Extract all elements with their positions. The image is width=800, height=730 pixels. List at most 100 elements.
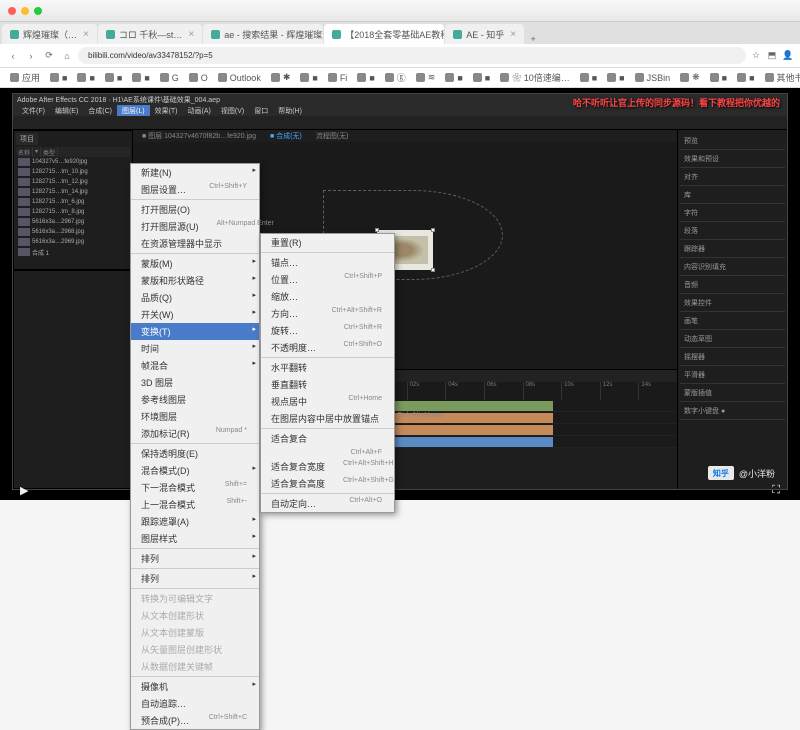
menu-item[interactable]: 缩放… [261,288,394,305]
menu-item[interactable]: 重置(R) [261,234,394,251]
panel-header[interactable]: 效果控件 [680,294,785,312]
menu-item[interactable]: 环境图层 [131,408,259,425]
menu-item[interactable]: 效果(T) [150,105,183,116]
panel-header[interactable]: 效果和预设 [680,150,785,168]
panel-header[interactable]: 字符 [680,204,785,222]
project-tab[interactable]: 项目 [16,133,38,145]
menu-item[interactable]: 蒙版(M) [131,255,259,272]
browser-tab[interactable]: 【2018全套零基础AE教程】AE…× [324,24,444,44]
menu-item[interactable]: 合成(C) [83,105,117,116]
menu-item[interactable]: 上一混合模式Shift+- [131,496,259,513]
project-item[interactable]: 104327v5…fe920jpg [16,157,130,167]
bookmark-item[interactable]: ■ [733,71,758,85]
close-icon[interactable]: × [83,29,89,40]
menu-item[interactable]: 品质(Q) [131,289,259,306]
menu-item[interactable]: 开关(W) [131,306,259,323]
menu-item[interactable]: 适合复合宽度Ctrl+Alt+Shift+H [261,458,394,475]
menu-item[interactable]: 帮助(H) [273,105,307,116]
url-input[interactable]: bilibili.com/video/av33478152/?p=5 [78,47,746,64]
bookmark-item[interactable]: ⓖ [381,69,410,86]
transform-submenu[interactable]: 重置(R)锚点…位置…Ctrl+Shift+P缩放…方向…Ctrl+Alt+Sh… [260,233,395,513]
menu-item[interactable]: 时间 [131,340,259,357]
close-icon[interactable]: × [510,29,516,40]
viewer-tab[interactable]: ■ 合成(无) [267,130,305,142]
bookmark-item[interactable]: Outlook [214,71,265,85]
panel-header[interactable]: 动态草图 [680,330,785,348]
menu-item[interactable]: 动画(A) [183,105,216,116]
project-item[interactable]: 1282715…tm_12.jpg [16,177,130,187]
menu-item[interactable]: 3D 图层 [131,374,259,391]
close-icon[interactable]: × [188,29,194,40]
panel-header[interactable]: 蒙版插值 [680,384,785,402]
bookmark-item[interactable]: ■ [353,71,378,85]
bookmark-item[interactable]: 其他书签 [761,69,800,86]
menu-item[interactable]: 摄像机 [131,678,259,695]
bookmark-item[interactable]: ❀ 10倍速编… [496,69,574,86]
layer-menu-dropdown[interactable]: 新建(N)图层设置…Ctrl+Shift+Y打开图层(O)打开图层源(U)Alt… [130,163,260,730]
min-dot[interactable] [21,7,29,15]
bookmark-item[interactable]: ✱ [267,70,295,85]
menu-item[interactable]: 适合复合 [261,430,394,447]
panel-header[interactable]: 摇摆器 [680,348,785,366]
browser-tab[interactable]: コロ 千秋—st…× [98,24,202,44]
panel-header[interactable]: 库 [680,186,785,204]
bookmark-item[interactable]: ■ [441,71,466,85]
bookmark-item[interactable]: JSBin [631,71,675,85]
bookmark-item[interactable]: ■ [73,71,98,85]
bookmark-item[interactable]: 应用 [6,69,44,86]
bookmark-item[interactable]: ■ [576,71,601,85]
column-header[interactable]: 名称 [16,147,33,157]
bookmark-item[interactable]: G [156,71,183,85]
video-controls[interactable]: ▶ ⛶ [12,480,788,500]
layer-duration-bar[interactable] [368,437,553,447]
viewer-tab[interactable]: ■ 图层 104327v4670f82b…fe920.jpg [139,130,259,142]
home-button[interactable]: ⌂ [60,49,74,63]
layer-duration-bar[interactable] [368,425,553,435]
menu-item[interactable]: 位置…Ctrl+Shift+P [261,271,394,288]
menu-item[interactable]: 旋转…Ctrl+Shift+R [261,322,394,339]
browser-tab[interactable]: ae - 搜索结果 - 辉煌璀璨辉煌…× [203,24,323,44]
menu-item[interactable]: 方向…Ctrl+Alt+Shift+R [261,305,394,322]
panel-header[interactable]: 预览 [680,132,785,150]
column-header[interactable]: ▾ [33,147,41,157]
ext-icon[interactable]: ⬒ [766,50,778,62]
menu-item[interactable]: 自动追踪… [131,695,259,712]
play-button[interactable]: ▶ [20,484,28,497]
panel-header[interactable]: 数字小键盘 ● [680,402,785,420]
column-header[interactable]: 类型 [41,147,58,157]
menu-item[interactable]: 在图层内容中居中放置锚点Ctrl+Alt+Home [261,410,394,427]
menu-item[interactable]: 打开图层(O) [131,201,259,218]
layer-track[interactable] [368,400,677,412]
menu-item[interactable]: Ctrl+Alt+F [261,447,394,458]
menu-item[interactable]: 帧混合 [131,357,259,374]
star-icon[interactable]: ☆ [750,50,762,62]
time-ruler[interactable]: 00s02s04s06s08s10s12s14s [368,382,677,400]
project-item[interactable]: 1282715…tm_6.jpg [16,197,130,207]
menu-item[interactable]: 新建(N) [131,164,259,181]
menu-item[interactable]: 图层(L) [117,105,150,116]
panel-header[interactable]: 平滑器 [680,366,785,384]
panel-header[interactable]: 段落 [680,222,785,240]
effects-panel[interactable] [13,270,133,489]
panel-header[interactable]: 跟踪器 [680,240,785,258]
ae-toolbar[interactable] [13,116,787,130]
bookmark-item[interactable]: ■ [469,71,494,85]
menu-item[interactable]: 垂直翻转 [261,376,394,393]
menu-item[interactable]: 添加标记(R)Numpad * [131,425,259,442]
layer-duration-bar[interactable] [368,413,553,423]
menu-item[interactable]: 适合复合高度Ctrl+Alt+Shift+G [261,475,394,492]
project-item[interactable]: 5616x3a…2967.jpg [16,217,130,227]
project-item[interactable]: 合成 1 [16,247,130,257]
layer-track[interactable] [368,424,677,436]
menu-item[interactable]: 窗口 [249,105,273,116]
max-dot[interactable] [34,7,42,15]
menu-item[interactable]: 自动定向…Ctrl+Alt+O [261,495,394,512]
project-panel[interactable]: 项目 名称▾类型 104327v5…fe920jpg1282715…tm_10.… [13,130,133,270]
bookmark-item[interactable]: ❋ [676,70,704,85]
menu-item[interactable]: 保持透明度(E) [131,445,259,462]
window-controls[interactable] [8,7,42,15]
bookmark-item[interactable]: ■ [706,71,731,85]
bookmark-item[interactable]: ■ [101,71,126,85]
menu-item[interactable]: 视图(V) [216,105,249,116]
menu-item[interactable]: 打开图层源(U)Alt+Numpad Enter [131,218,259,235]
